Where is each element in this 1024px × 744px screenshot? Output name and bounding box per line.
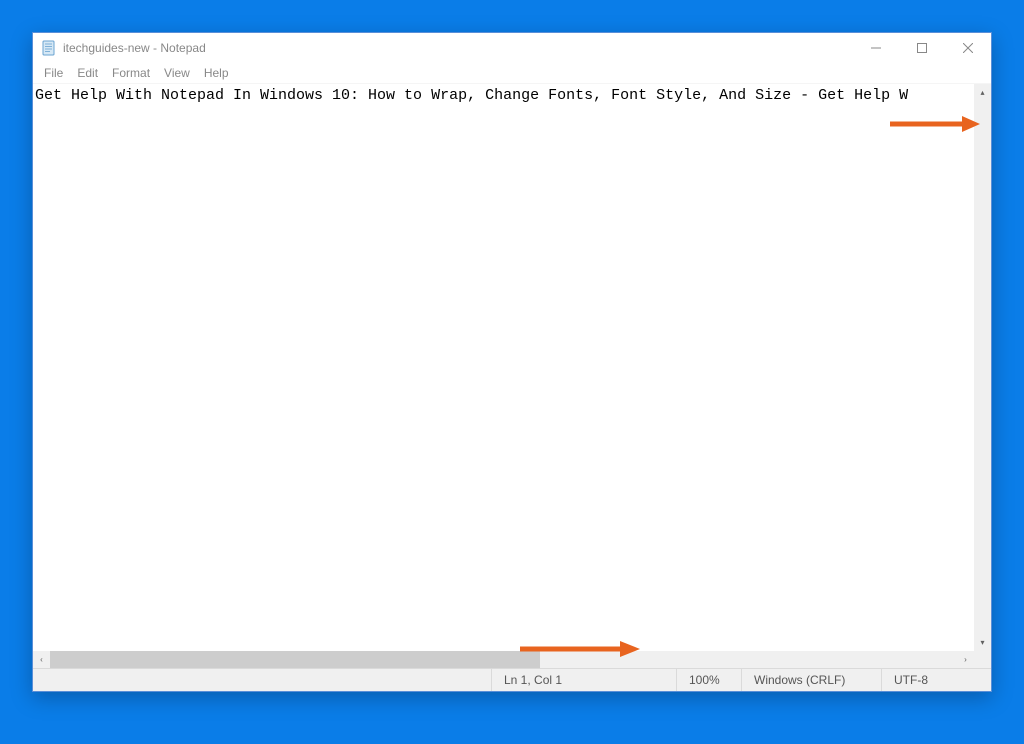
- close-button[interactable]: [945, 33, 991, 63]
- scroll-corner: [974, 651, 991, 668]
- menu-file[interactable]: File: [37, 64, 70, 82]
- status-line-ending: Windows (CRLF): [741, 669, 881, 691]
- vertical-scrollbar[interactable]: ▴ ▾: [974, 84, 991, 651]
- maximize-button[interactable]: [899, 33, 945, 63]
- menu-edit[interactable]: Edit: [70, 64, 105, 82]
- status-position: Ln 1, Col 1: [491, 669, 676, 691]
- status-encoding: UTF-8: [881, 669, 991, 691]
- window-controls: [853, 33, 991, 63]
- window-title: itechguides-new - Notepad: [63, 41, 853, 55]
- scroll-down-button[interactable]: ▾: [974, 634, 991, 651]
- menu-format[interactable]: Format: [105, 64, 157, 82]
- scroll-right-button[interactable]: ›: [957, 651, 974, 668]
- notepad-window: itechguides-new - Notepad File Edit Form…: [32, 32, 992, 692]
- horizontal-scroll-thumb[interactable]: [50, 651, 540, 668]
- scroll-left-button[interactable]: ‹: [33, 651, 50, 668]
- menubar: File Edit Format View Help: [33, 63, 991, 84]
- horizontal-scroll-track[interactable]: [50, 651, 957, 668]
- menu-view[interactable]: View: [157, 64, 197, 82]
- horizontal-scrollbar[interactable]: ‹ ›: [33, 651, 974, 668]
- titlebar: itechguides-new - Notepad: [33, 33, 991, 63]
- status-zoom: 100%: [676, 669, 741, 691]
- notepad-icon: [41, 40, 57, 56]
- vertical-scroll-track[interactable]: [974, 101, 991, 634]
- horizontal-scroll-row: ‹ ›: [33, 651, 991, 668]
- minimize-button[interactable]: [853, 33, 899, 63]
- content-area: Get Help With Notepad In Windows 10: How…: [33, 84, 991, 651]
- statusbar: Ln 1, Col 1 100% Windows (CRLF) UTF-8: [33, 668, 991, 691]
- scroll-up-button[interactable]: ▴: [974, 84, 991, 101]
- text-editor[interactable]: Get Help With Notepad In Windows 10: How…: [33, 84, 974, 651]
- menu-help[interactable]: Help: [197, 64, 236, 82]
